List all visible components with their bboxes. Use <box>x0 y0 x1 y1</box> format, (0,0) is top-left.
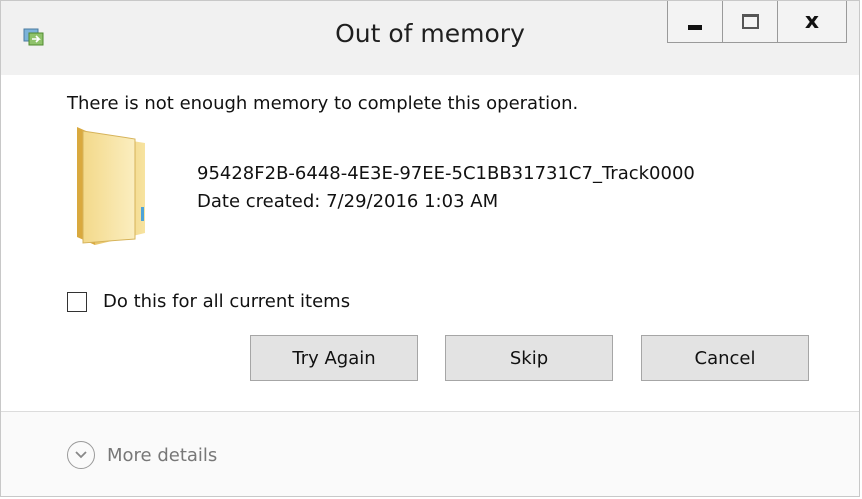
chevron-down-icon <box>75 451 87 459</box>
more-details-label[interactable]: More details <box>107 445 217 466</box>
dialog-window: Out of memory x There is not enough memo… <box>0 0 860 497</box>
more-details-toggle[interactable]: More details <box>67 441 217 469</box>
chevron-down-circle-icon[interactable] <box>67 441 95 469</box>
caption-buttons: x <box>667 1 847 45</box>
try-again-button[interactable]: Try Again <box>250 335 418 381</box>
apply-all-option[interactable]: Do this for all current items <box>67 291 350 312</box>
skip-button[interactable]: Skip <box>445 335 613 381</box>
minimize-icon <box>688 25 702 30</box>
folder-icon <box>77 127 145 245</box>
close-button[interactable]: x <box>777 1 847 43</box>
error-message: There is not enough memory to complete t… <box>67 93 579 114</box>
apply-all-label[interactable]: Do this for all current items <box>103 291 350 312</box>
cancel-button[interactable]: Cancel <box>641 335 809 381</box>
close-icon: x <box>804 9 820 34</box>
file-name: 95428F2B-6448-4E3E-97EE-5C1BB31731C7_Tra… <box>197 163 695 184</box>
file-date-created: Date created: 7/29/2016 1:03 AM <box>197 191 499 212</box>
maximize-button[interactable] <box>722 1 778 43</box>
title-bar[interactable]: Out of memory x <box>1 1 859 75</box>
maximize-icon <box>741 14 759 29</box>
minimize-button[interactable] <box>667 1 723 43</box>
apply-all-checkbox[interactable] <box>67 291 87 312</box>
